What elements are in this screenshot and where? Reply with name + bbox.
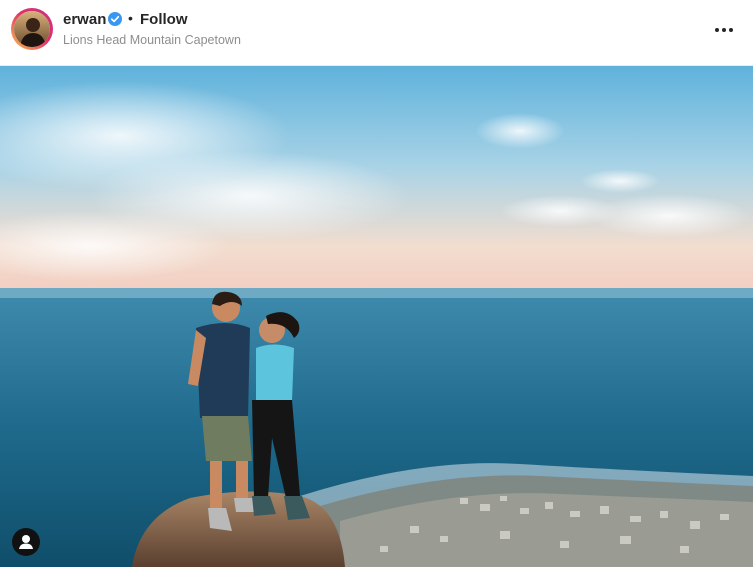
more-options-icon[interactable] [712, 18, 736, 42]
avatar-story-ring[interactable] [11, 8, 53, 50]
location-link[interactable]: Lions Head Mountain Capetown [63, 33, 241, 47]
separator-dot: • [128, 10, 133, 26]
avatar[interactable] [14, 11, 50, 47]
username[interactable]: erwan [63, 11, 106, 28]
user-tag-icon[interactable] [12, 528, 40, 556]
post-photo[interactable] [0, 66, 753, 567]
follow-button[interactable]: Follow [140, 11, 188, 28]
post-header: erwan • Follow Lions Head Mountain Capet… [0, 0, 753, 66]
verified-badge-icon [108, 12, 122, 26]
